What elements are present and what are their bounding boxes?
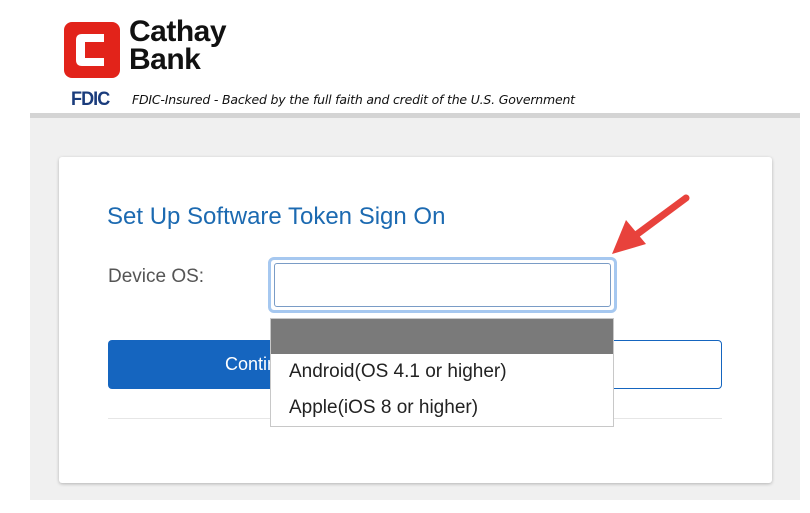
brand-name-line2: Bank xyxy=(129,43,201,76)
device-os-dropdown[interactable]: Android(OS 4.1 or higher) Apple(iOS 8 or… xyxy=(270,318,614,427)
header-divider xyxy=(30,113,800,118)
brand-name-line1: Cathay xyxy=(129,15,227,48)
dropdown-option-android[interactable]: Android(OS 4.1 or higher) xyxy=(271,354,613,390)
page-title: Set Up Software Token Sign On xyxy=(107,203,446,230)
dropdown-option-blank[interactable] xyxy=(271,319,613,354)
brand-name: Cathay Bank xyxy=(129,15,227,76)
red-arrow-icon xyxy=(612,194,690,254)
device-os-select-field[interactable] xyxy=(274,263,611,307)
fdic-logo: FDIC xyxy=(71,89,110,110)
cathay-bank-logo-icon[interactable] xyxy=(64,22,120,78)
device-os-label: Device OS: xyxy=(108,266,205,287)
device-os-select[interactable] xyxy=(268,257,617,313)
fdic-statement: FDIC-Insured - Backed by the full faith … xyxy=(132,92,575,107)
dropdown-option-apple[interactable]: Apple(iOS 8 or higher) xyxy=(271,390,613,426)
